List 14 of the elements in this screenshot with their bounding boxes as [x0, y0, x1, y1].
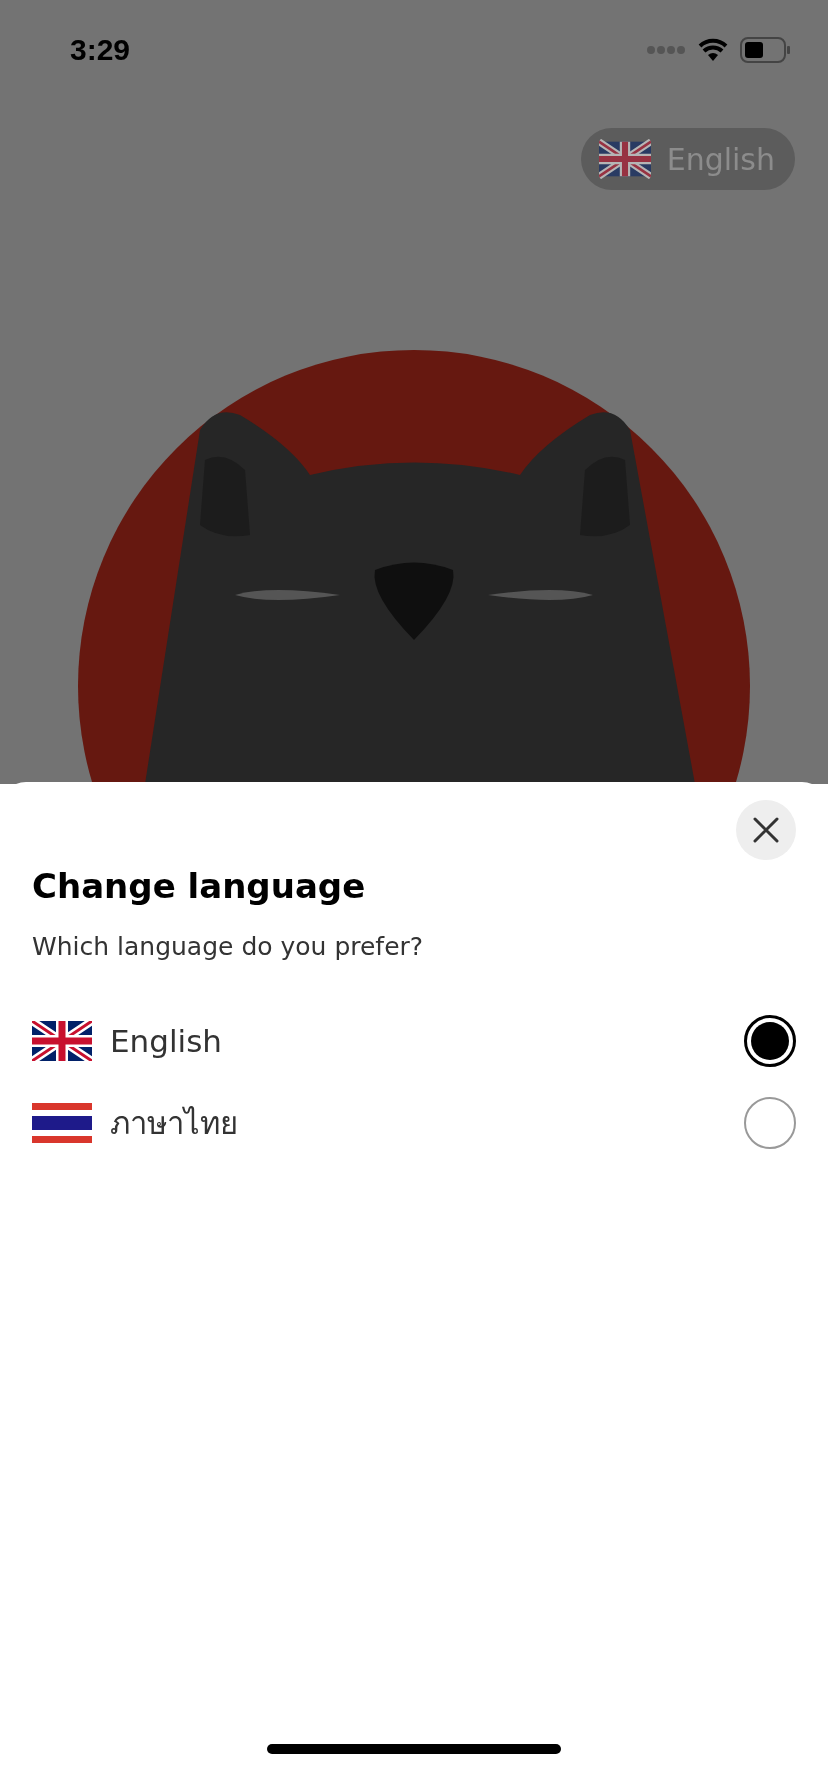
- wifi-icon: [698, 38, 728, 62]
- flag-icon: [32, 1021, 92, 1061]
- sheet-subtitle: Which language do you prefer?: [32, 932, 425, 961]
- close-icon: [752, 816, 780, 844]
- radio-button[interactable]: [744, 1015, 796, 1067]
- language-option[interactable]: ภาษาไทย: [110, 1098, 744, 1148]
- signal-icon: [646, 45, 686, 55]
- battery-icon: [740, 37, 790, 63]
- language-option[interactable]: English: [110, 1023, 744, 1059]
- radio-button[interactable]: [744, 1097, 796, 1149]
- flag-icon: [32, 1103, 92, 1143]
- status-time: 3:29: [70, 33, 131, 67]
- flag-icon: [598, 139, 651, 179]
- sheet-title: Change language: [32, 866, 367, 906]
